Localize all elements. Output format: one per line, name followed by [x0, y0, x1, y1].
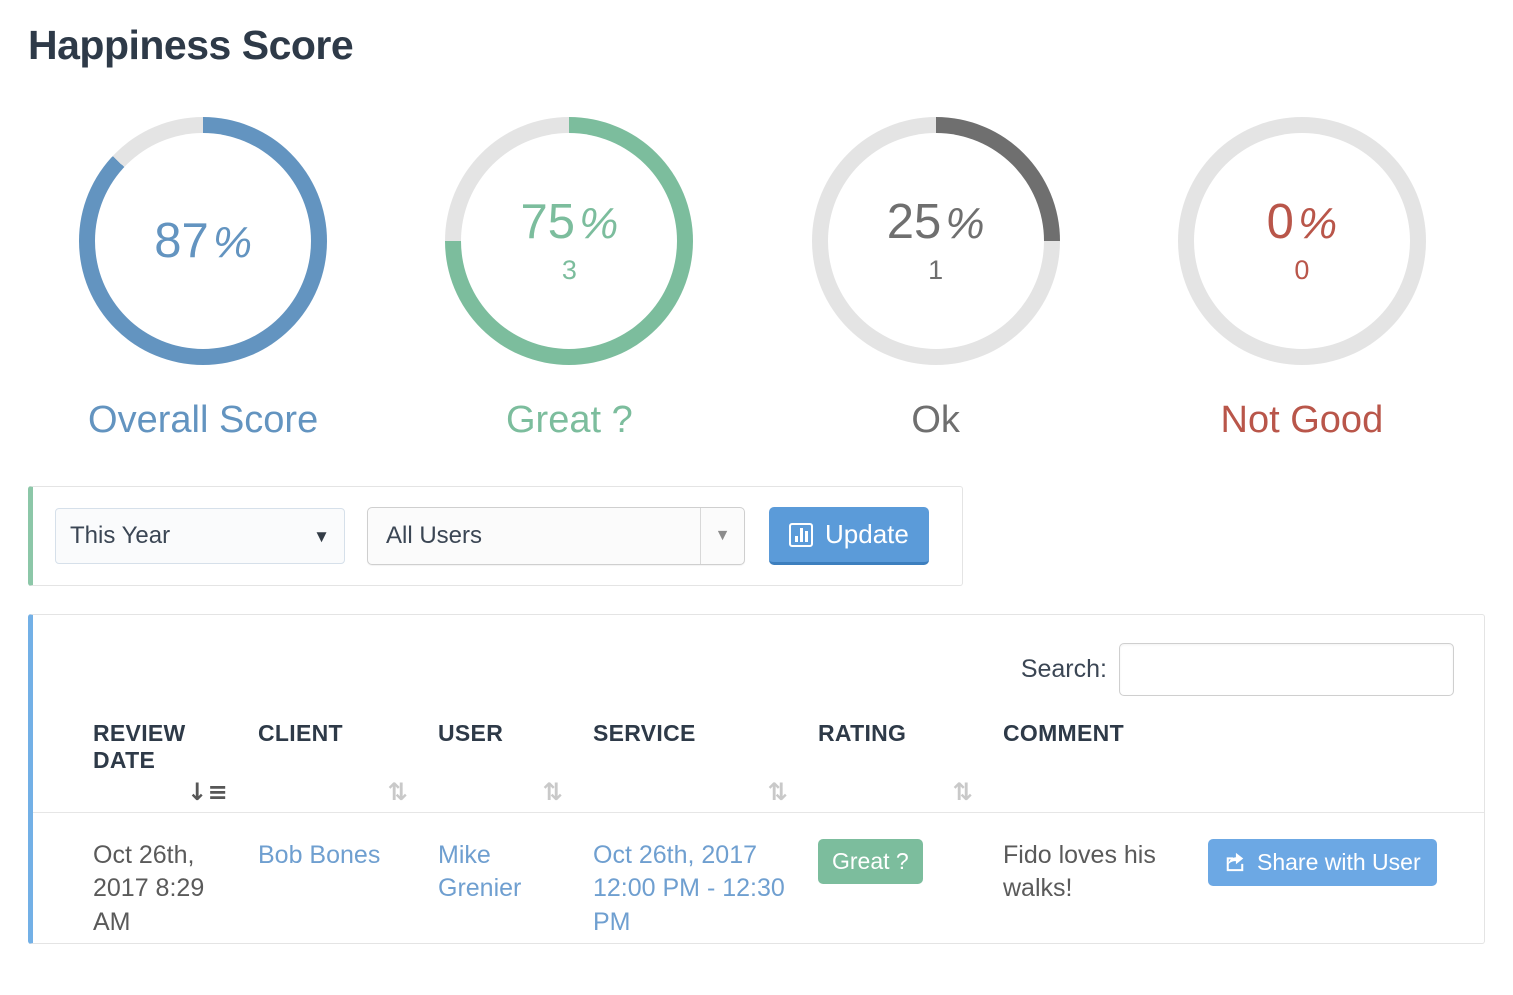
donut-count-value: 0 [1294, 255, 1310, 285]
gauge-ok: 25% 1 Ok [753, 117, 1119, 439]
table-row: Oct 26th, 2017 8:29 AM Bob Bones Mike Gr… [33, 811, 1484, 943]
bar-chart-icon [789, 522, 813, 547]
donut-center: 0% 0 [1193, 133, 1410, 349]
donut-percent-value: 0% [1266, 195, 1338, 249]
donut-chart-not-good: 0% 0 [1177, 117, 1426, 365]
share-button-label: Share with User [1257, 848, 1421, 875]
search-row: Search: [33, 615, 1484, 696]
gauge-not-good: 0% 0 Not Good [1119, 117, 1485, 439]
sort-icon: ⇅ [767, 777, 788, 806]
search-label: Search: [1020, 655, 1107, 683]
cell-review-date: Oct 26th, 2017 8:29 AM [33, 811, 258, 943]
chevron-down-icon: ▼ [313, 526, 330, 546]
update-button[interactable]: Update [769, 507, 929, 565]
share-with-user-button[interactable]: Share with User [1208, 838, 1437, 886]
update-button-label: Update [825, 519, 909, 549]
share-icon [1226, 852, 1244, 872]
donut-center: 87% [95, 133, 312, 349]
donut-chart-ok: 25% 1 [811, 117, 1060, 365]
user-select-value: All Users [386, 522, 483, 549]
donut-center: 25% 1 [827, 133, 1044, 349]
column-header-label: SERVICE [593, 720, 696, 746]
gauge-label-ok: Ok [911, 399, 960, 441]
donut-center: 75% 3 [461, 133, 678, 349]
happiness-score-page: Happiness Score 87% Overall Score 75% 3 … [0, 22, 1513, 944]
donut-chart-overall-score: 87% [79, 117, 328, 365]
column-header-label: REVIEW DATE [93, 720, 186, 773]
gauge-label-great: Great ? [506, 399, 633, 441]
donut-percent-value: 87% [154, 213, 252, 268]
column-header-user[interactable]: USER ⇅ [438, 720, 593, 812]
donut-percent-value: 75% [520, 195, 619, 249]
column-header-label: RATING [818, 720, 907, 746]
column-header-label: USER [438, 720, 504, 746]
donut-percent-value: 25% [886, 195, 985, 249]
cell-user: Mike Grenier [438, 811, 593, 943]
cell-rating: Great ? [818, 811, 1003, 943]
period-select-value: This Year [70, 522, 171, 549]
column-header-label: CLIENT [258, 720, 343, 746]
sort-desc-icon: ↓≡ [187, 777, 228, 806]
reviews-table-head: REVIEW DATE ↓≡ CLIENT ⇅ USER ⇅ SERVICE ⇅ [33, 720, 1484, 812]
column-header-service[interactable]: SERVICE ⇅ [593, 720, 818, 812]
cell-comment: Fido loves his walks! [1003, 811, 1208, 943]
reviews-table-body: Oct 26th, 2017 8:29 AM Bob Bones Mike Gr… [33, 811, 1484, 943]
filter-panel: This Year ▼ All Users ▼ Update [28, 486, 963, 586]
gauge-label-overall-score: Overall Score [88, 399, 319, 441]
donut-count-value: 1 [928, 255, 944, 285]
column-header-label: COMMENT [1003, 720, 1124, 746]
reviews-panel: Search: REVIEW DATE ↓≡ CLIENT ⇅ USER ⇅ S… [28, 614, 1485, 944]
table-header-row: REVIEW DATE ↓≡ CLIENT ⇅ USER ⇅ SERVICE ⇅ [33, 720, 1484, 812]
user-select[interactable]: All Users ▼ [367, 507, 745, 565]
column-header-comment: COMMENT [1003, 720, 1208, 812]
reviews-table: REVIEW DATE ↓≡ CLIENT ⇅ USER ⇅ SERVICE ⇅ [33, 720, 1484, 943]
search-input[interactable] [1119, 643, 1454, 696]
gauge-great: 75% 3 Great ? [386, 117, 752, 439]
page-title: Happiness Score [28, 22, 354, 68]
gauge-overall-score: 87% Overall Score [20, 117, 386, 439]
cell-actions: Share with User [1208, 811, 1484, 943]
gauge-label-not-good: Not Good [1220, 399, 1384, 441]
sort-icon: ⇅ [542, 777, 563, 806]
column-header-actions [1208, 720, 1484, 812]
rating-badge: Great ? [818, 838, 923, 884]
cell-service: Oct 26th, 2017 12:00 PM - 12:30 PM [593, 811, 818, 943]
sort-icon: ⇅ [952, 777, 973, 806]
cell-client: Bob Bones [258, 811, 438, 943]
client-link[interactable]: Bob Bones [258, 841, 380, 869]
donut-count-value: 3 [561, 255, 577, 285]
column-header-rating[interactable]: RATING ⇅ [818, 720, 1003, 812]
period-select[interactable]: This Year ▼ [55, 508, 345, 564]
user-link[interactable]: Mike Grenier [438, 841, 521, 903]
sort-icon: ⇅ [387, 777, 408, 806]
column-header-client[interactable]: CLIENT ⇅ [258, 720, 438, 812]
service-link[interactable]: Oct 26th, 2017 12:00 PM - 12:30 PM [593, 841, 785, 937]
column-header-review-date[interactable]: REVIEW DATE ↓≡ [33, 720, 258, 812]
donut-chart-great: 75% 3 [445, 117, 694, 365]
chevron-down-icon: ▼ [700, 508, 744, 564]
gauge-row: 87% Overall Score 75% 3 Great ? 25% 1 Ok… [0, 117, 1513, 439]
